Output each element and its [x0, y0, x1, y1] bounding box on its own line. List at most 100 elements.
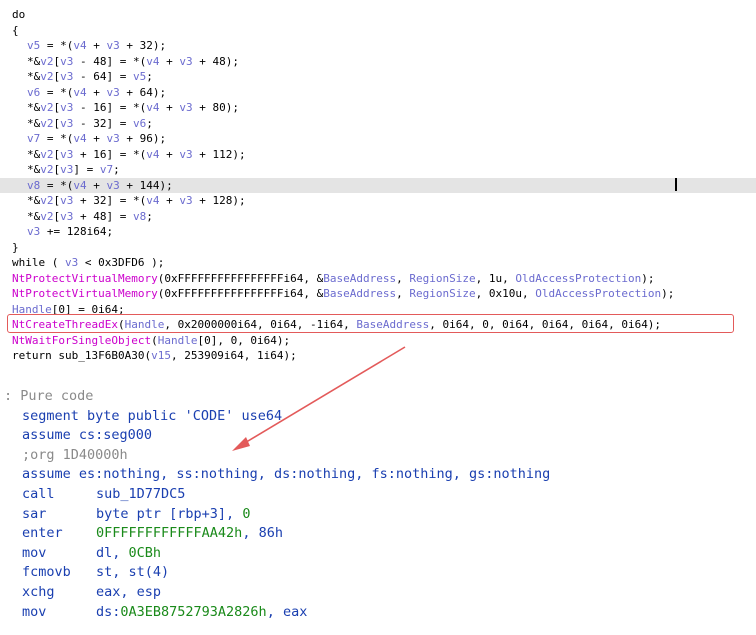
identifier-token[interactable]: v2 [40, 70, 53, 83]
identifier-token[interactable]: Handle [158, 334, 198, 347]
code-token: < 0x3DFD6 ); [78, 256, 165, 269]
disassembly-line[interactable]: call sub_1D77DC5 [22, 484, 185, 505]
code-token: + 48); [192, 54, 239, 68]
code-token: + [159, 54, 180, 68]
disassembly-line[interactable]: assume es:nothing, ss:nothing, ds:nothin… [22, 464, 550, 485]
disassembly-line[interactable]: mov ds:0A3EB8752793A2826h, eax [22, 602, 307, 623]
pseudocode-line[interactable]: return sub_13F6B0A30(v15, 253909i64, 1i6… [0, 348, 756, 364]
pseudocode-line[interactable]: *&v2[v3 + 32] = *(v4 + v3 + 128); [0, 193, 756, 209]
identifier-token[interactable]: v3 [65, 256, 78, 269]
identifier-token[interactable]: BaseAddress [323, 272, 396, 285]
disassembly-line[interactable]: : Pure code [4, 386, 93, 407]
pseudocode-line[interactable]: do [0, 7, 756, 23]
pseudocode-line[interactable]: NtProtectVirtualMemory(0xFFFFFFFFFFFFFFF… [0, 271, 756, 287]
identifier-token[interactable]: OldAccessProtection [535, 287, 661, 300]
identifier-token[interactable]: v3 [60, 148, 73, 161]
identifier-token[interactable]: v3 [107, 86, 120, 99]
pseudocode-line[interactable]: { [0, 23, 756, 39]
disassembly-line[interactable]: sar byte ptr [rbp+3], 0 [22, 504, 250, 525]
identifier-token[interactable]: v2 [40, 148, 53, 161]
identifier-token[interactable]: v8 [133, 210, 146, 223]
identifier-token[interactable]: v2 [40, 101, 53, 114]
pseudocode-line[interactable]: } [0, 240, 756, 256]
disassembly-view[interactable]: : Pure code segment byte public 'CODE' us… [0, 382, 756, 635]
disassembly-line[interactable]: segment byte public 'CODE' use64 [22, 406, 282, 427]
identifier-token[interactable]: v15 [151, 349, 171, 362]
pseudocode-line[interactable]: *&v2[v3] = v7; [0, 162, 756, 178]
identifier-token[interactable]: v3 [179, 55, 192, 68]
disassembly-line[interactable]: mov dl, 0CBh [22, 543, 161, 564]
identifier-token[interactable]: BaseAddress [323, 287, 396, 300]
identifier-token[interactable]: v3 [60, 70, 73, 83]
disassembly-line[interactable]: xchg eax, esp [22, 582, 161, 603]
code-token: + [159, 194, 180, 207]
api-call-token[interactable]: NtProtectVirtualMemory [12, 287, 158, 300]
pseudocode-line[interactable]: v7 = *(v4 + v3 + 96); [0, 131, 756, 147]
identifier-token[interactable]: v5 [27, 39, 40, 52]
code-token: + [86, 39, 107, 52]
identifier-token[interactable]: v2 [40, 55, 53, 68]
pseudocode-line[interactable]: *&v2[v3 - 16] = *(v4 + v3 + 80); [0, 100, 756, 116]
identifier-token[interactable]: v4 [73, 132, 86, 145]
identifier-token[interactable]: v6 [27, 86, 40, 99]
identifier-token[interactable]: v3 [60, 163, 73, 176]
identifier-token[interactable]: v3 [107, 39, 120, 52]
api-call-token[interactable]: NtProtectVirtualMemory [12, 272, 158, 285]
api-call-token[interactable]: NtWaitForSingleObject [12, 334, 151, 347]
identifier-token[interactable]: RegionSize [409, 287, 475, 300]
identifier-token[interactable]: v3 [60, 117, 73, 130]
identifier-token[interactable]: v3 [27, 225, 40, 238]
disassembly-line[interactable]: ;org 1D40000h [22, 445, 128, 466]
disassembly-line[interactable]: assume cs:seg000 [22, 425, 152, 446]
code-token: - 32] = [73, 116, 133, 130]
code-token: + 112); [192, 147, 246, 161]
code-token: return sub_13F6B0A30( [12, 349, 152, 362]
identifier-token[interactable]: v3 [179, 194, 192, 207]
identifier-token[interactable]: v4 [146, 194, 159, 207]
pseudocode-line[interactable]: NtProtectVirtualMemory(0xFFFFFFFFFFFFFFF… [0, 286, 756, 302]
pseudocode-line[interactable]: v5 = *(v4 + v3 + 32); [0, 38, 756, 54]
disassembly-line[interactable]: fcmovb st, st(4) [22, 562, 169, 583]
identifier-token[interactable]: v4 [73, 39, 86, 52]
identifier-token[interactable]: v8 [27, 179, 40, 192]
identifier-token[interactable]: v3 [60, 101, 73, 114]
instruction-mnemonic: mov [22, 603, 47, 620]
identifier-token[interactable]: v3 [60, 210, 73, 223]
identifier-token[interactable]: v3 [107, 179, 120, 192]
identifier-token[interactable]: OldAccessProtection [515, 272, 641, 285]
identifier-token[interactable]: v2 [40, 210, 53, 223]
identifier-token[interactable]: v4 [73, 179, 86, 192]
pseudocode-line[interactable]: *&v2[v3 + 16] = *(v4 + v3 + 112); [0, 147, 756, 163]
pseudocode-line[interactable]: v8 = *(v4 + v3 + 144); [0, 177, 756, 193]
pseudocode-line[interactable]: while ( v3 < 0x3DFD6 ); [0, 255, 756, 271]
numeric-operand: 0A3EB8752793A2826h [120, 603, 267, 620]
identifier-token[interactable]: v2 [40, 163, 53, 176]
identifier-token[interactable]: v4 [146, 101, 159, 114]
pseudocode-line[interactable]: NtWaitForSingleObject(Handle[0], 0, 0i64… [0, 333, 756, 349]
pseudocode-line[interactable]: *&v2[v3 - 32] = v6; [0, 116, 756, 132]
identifier-token[interactable]: v3 [179, 148, 192, 161]
code-token: + 32] = *( [73, 194, 147, 207]
identifier-token[interactable]: v7 [100, 163, 113, 176]
identifier-token[interactable]: v4 [146, 55, 159, 68]
pseudocode-line[interactable]: *&v2[v3 + 48] = v8; [0, 209, 756, 225]
pseudocode-line[interactable]: *&v2[v3 - 64] = v5; [0, 69, 756, 85]
identifier-token[interactable]: v4 [73, 86, 86, 99]
identifier-token[interactable]: RegionSize [409, 272, 475, 285]
identifier-token[interactable]: v5 [133, 70, 146, 83]
identifier-token[interactable]: v2 [40, 194, 53, 207]
identifier-token[interactable]: v2 [40, 117, 53, 130]
identifier-token[interactable]: v4 [146, 148, 159, 161]
identifier-token[interactable]: v3 [60, 55, 73, 68]
identifier-token[interactable]: v3 [60, 194, 73, 207]
pseudocode-line[interactable]: v6 = *(v4 + v3 + 64); [0, 85, 756, 101]
identifier-token[interactable]: v6 [133, 117, 146, 130]
pseudocode-line[interactable]: *&v2[v3 - 48] = *(v4 + v3 + 48); [0, 54, 756, 70]
identifier-token[interactable]: v3 [107, 132, 120, 145]
disassembly-line[interactable]: enter 0FFFFFFFFFFFFAA42h, 86h [22, 523, 283, 544]
operand-text: eax, esp [96, 584, 162, 600]
identifier-token[interactable]: v7 [27, 132, 40, 145]
code-token: { [12, 23, 19, 37]
pseudocode-line[interactable]: v3 += 128i64; [0, 224, 756, 240]
identifier-token[interactable]: v3 [179, 101, 192, 114]
